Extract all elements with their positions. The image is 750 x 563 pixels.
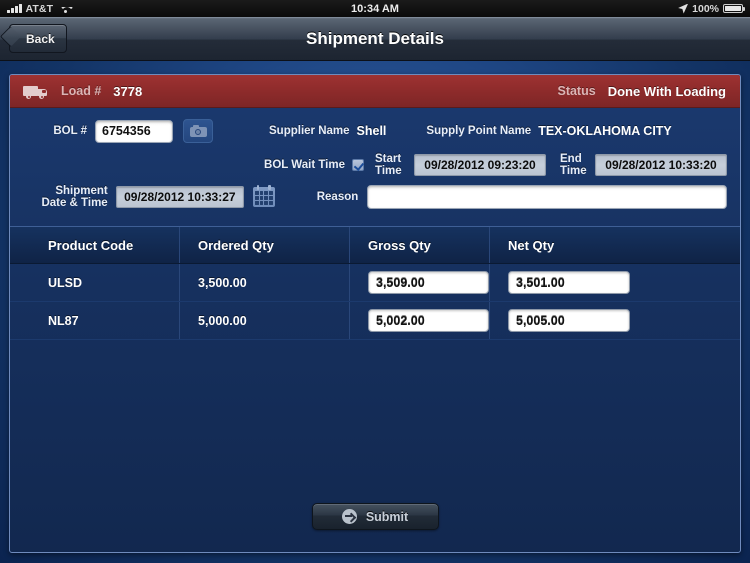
cell-product-code: NL87 — [10, 302, 180, 339]
table-header-row: Product Code Ordered Qty Gross Qty Net Q… — [10, 226, 740, 264]
end-time-label: End Time — [560, 153, 588, 177]
bol-wait-time-row: BOL Wait Time Start Time 09/28/2012 09:2… — [23, 153, 727, 177]
location-arrow-icon — [678, 3, 689, 14]
load-header-bar: Load # 3778 Status Done With Loading — [10, 75, 740, 108]
battery-icon — [723, 3, 745, 14]
shipment-datetime-label: Shipment Date & Time — [23, 185, 108, 209]
bol-label: BOL # — [53, 125, 87, 137]
shipment-form: BOL # 6754356 Supplier Name Shell Supply… — [10, 108, 740, 217]
cell-gross-qty-wrap: 3,509.00 — [350, 264, 490, 301]
submit-button[interactable]: Submit — [311, 503, 439, 530]
status-label: Status — [557, 84, 596, 98]
gross-qty-input[interactable]: 5,002.00 — [368, 309, 489, 332]
back-button[interactable]: Back — [9, 24, 67, 53]
supplier-name-label: Supplier Name — [269, 125, 350, 137]
navigation-bar: Back Shipment Details — [0, 17, 750, 61]
shipment-details-panel: Load # 3778 Status Done With Loading BOL… — [9, 74, 741, 553]
cell-gross-qty-wrap: 5,002.00 — [350, 302, 490, 339]
bol-wait-time-checkbox[interactable] — [352, 159, 364, 171]
status-badge: Done With Loading — [607, 83, 726, 99]
column-header-ordered-qty: Ordered Qty — [180, 227, 350, 263]
supply-point-value: TEX-OKLAHOMA CITY — [538, 124, 672, 138]
net-qty-input[interactable]: 5,005.00 — [508, 309, 630, 332]
truck-icon — [23, 83, 49, 99]
submit-button-label: Submit — [365, 509, 409, 524]
product-table: Product Code Ordered Qty Gross Qty Net Q… — [10, 226, 740, 503]
status-bar-clock: 10:34 AM — [351, 2, 399, 15]
start-time-label-line2: Time — [375, 165, 402, 177]
table-row: NL87 5,000.00 5,002.00 5,005.00 — [10, 302, 740, 340]
table-empty-area — [10, 340, 740, 503]
column-header-net-qty: Net Qty — [508, 237, 555, 253]
page-title: Shipment Details — [306, 28, 444, 48]
submit-area: Submit — [10, 503, 740, 552]
battery-percent-label: 100% — [692, 2, 719, 15]
back-button-label: Back — [26, 31, 55, 46]
end-time-label-line1: End — [560, 153, 582, 165]
load-number-value: 3778 — [113, 83, 143, 99]
reason-label: Reason — [316, 191, 359, 203]
shipment-label-line1: Shipment — [55, 185, 108, 197]
reason-input[interactable] — [367, 185, 727, 209]
column-header-gross-qty: Gross Qty — [350, 227, 490, 263]
supply-point-group: Supply Point Name TEX-OKLAHOMA CITY — [426, 124, 671, 138]
net-qty-input[interactable]: 3,501.00 — [508, 271, 630, 294]
shipment-datetime-field[interactable]: 09/28/2012 10:33:27 — [115, 186, 244, 208]
bol-input[interactable]: 6754356 — [95, 119, 173, 143]
supplier-name-value: Shell — [356, 124, 387, 138]
arrow-right-circle-icon — [341, 509, 357, 524]
page-background: Load # 3778 Status Done With Loading BOL… — [0, 61, 750, 563]
start-time-field[interactable]: 09/28/2012 09:23:20 — [414, 154, 546, 176]
shipment-datetime-row: Shipment Date & Time 09/28/2012 10:33:27… — [23, 185, 727, 209]
bol-wait-time-label: BOL Wait Time — [264, 159, 345, 171]
cell-net-qty-wrap: 3,501.00 — [490, 264, 740, 301]
cell-ordered-qty: 3,500.00 — [180, 264, 350, 301]
status-group: Status Done With Loading — [557, 84, 726, 99]
camera-button[interactable] — [183, 119, 213, 143]
column-header-product-code: Product Code — [10, 227, 180, 263]
end-time-field[interactable]: 09/28/2012 10:33:20 — [595, 154, 727, 176]
ios-status-bar: AT&T 10:34 AM 100% — [0, 0, 750, 17]
table-row: ULSD 3,500.00 3,509.00 3,501.00 — [10, 264, 740, 302]
camera-icon — [189, 125, 207, 137]
start-time-label: Start Time — [375, 153, 407, 177]
cell-product-code: ULSD — [10, 264, 180, 301]
load-number-label: Load # — [61, 84, 102, 98]
start-time-label-line1: Start — [375, 153, 402, 165]
calendar-icon[interactable] — [252, 185, 275, 207]
bol-row: BOL # 6754356 Supplier Name Shell Supply… — [23, 119, 727, 143]
supplier-name-group: Supplier Name Shell — [269, 124, 386, 138]
gross-qty-input[interactable]: 3,509.00 — [368, 271, 489, 294]
shipment-label-line2: Date & Time — [41, 197, 108, 209]
supply-point-label: Supply Point Name — [426, 125, 532, 137]
status-bar-right: 100% — [678, 2, 745, 15]
cell-net-qty-wrap: 5,005.00 — [490, 302, 740, 339]
cell-ordered-qty: 5,000.00 — [180, 302, 350, 339]
end-time-label-line2: Time — [560, 165, 587, 177]
